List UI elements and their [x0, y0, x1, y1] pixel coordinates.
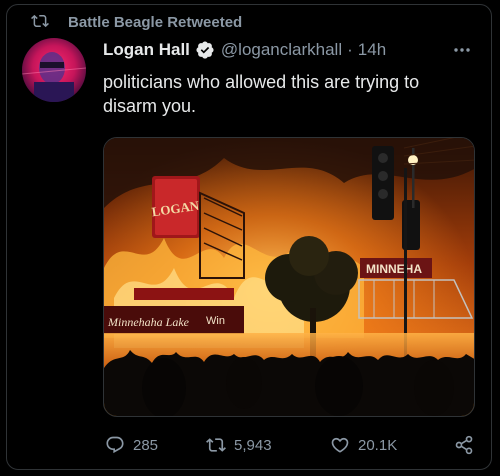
- separator-dot: ·: [347, 40, 353, 59]
- fire-scene-image: LOGAN Minnehaha Lake Win MINNEHA: [104, 138, 474, 416]
- minnehaha-sign: MINNEHA: [366, 262, 422, 276]
- share-button[interactable]: [454, 430, 482, 460]
- author-name[interactable]: Logan Hall: [103, 40, 190, 60]
- tweet-header: Logan Hall @loganclarkhall · 14h: [103, 40, 386, 60]
- more-options-icon[interactable]: [452, 43, 472, 57]
- verified-badge-icon: [196, 41, 214, 59]
- reply-count: 285: [133, 436, 159, 454]
- tweet-image[interactable]: LOGAN Minnehaha Lake Win MINNEHA: [103, 137, 475, 417]
- retweet-button[interactable]: 5,943: [206, 430, 272, 460]
- author-handle[interactable]: @loganclarkhall: [221, 40, 342, 60]
- share-icon: [455, 435, 473, 455]
- tweet-actions: 285 5,943 20.1K: [0, 430, 500, 460]
- retweet-action-icon: [206, 438, 226, 452]
- avatar[interactable]: [22, 38, 86, 102]
- reply-icon: [106, 436, 124, 454]
- like-count: 20.1K: [358, 436, 398, 454]
- like-button[interactable]: 20.1K: [330, 430, 397, 460]
- retweet-icon: [31, 14, 49, 28]
- reply-button[interactable]: 285: [105, 430, 158, 460]
- lake-sign: Minnehaha Lake: [107, 315, 190, 329]
- tweet-timestamp[interactable]: 14h: [358, 40, 386, 60]
- win-sign: Win: [206, 315, 225, 327]
- retweet-count: 5,943: [234, 436, 272, 454]
- heart-icon: [331, 437, 349, 453]
- tweet-text: politicians who allowed this are trying …: [103, 72, 420, 116]
- retweeted-by-label[interactable]: Battle Beagle Retweeted: [68, 12, 242, 32]
